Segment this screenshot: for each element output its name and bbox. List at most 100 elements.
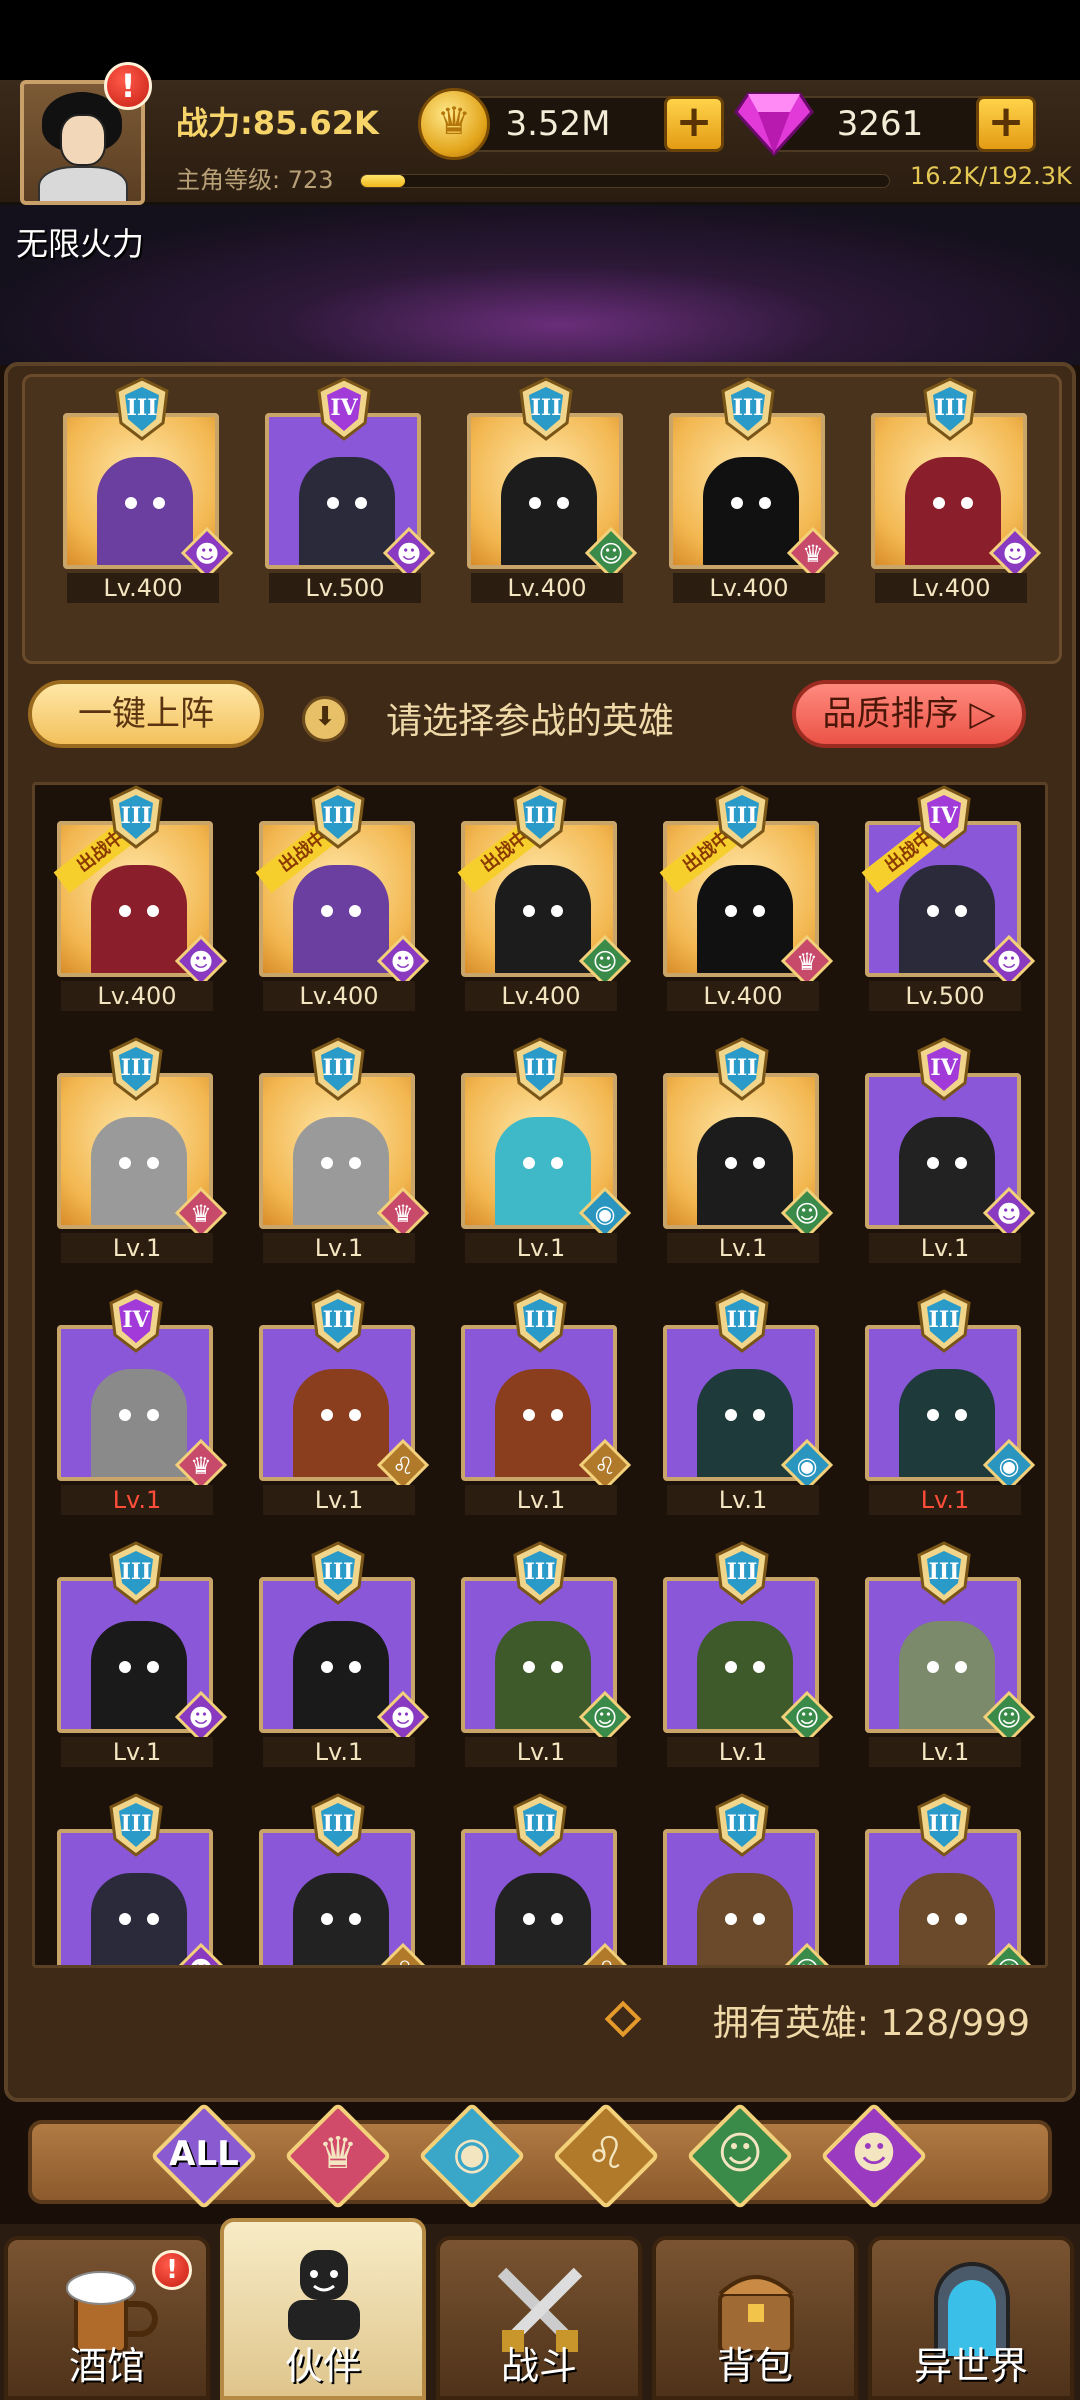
hero-eye xyxy=(753,1409,765,1421)
hero-figure xyxy=(495,1369,591,1477)
nav-tab-2[interactable]: 战斗 xyxy=(436,2236,642,2400)
rank-numeral: III xyxy=(934,395,966,421)
elf-faction-icon: ☺ xyxy=(780,1690,834,1744)
hero-card[interactable]: III ♌ Lv.1 xyxy=(461,1289,632,1529)
hero-eye xyxy=(927,905,939,917)
hero-card[interactable]: III ☺ Lv.400 xyxy=(467,377,638,617)
hero-figure xyxy=(293,1117,389,1225)
hero-card[interactable]: III ♛ Lv.1 xyxy=(259,1037,430,1277)
hero-eye xyxy=(153,497,165,509)
filter-glyph: ♌ xyxy=(586,2128,626,2179)
svg-text:◉: ◉ xyxy=(797,1452,818,1480)
hero-level: Lv.400 xyxy=(61,981,213,1011)
hero-card[interactable]: IV ☻ Lv.1 xyxy=(865,1037,1036,1277)
hero-card[interactable]: III ♌ xyxy=(461,1793,628,1965)
hero-card[interactable]: III ◉ Lv.1 xyxy=(461,1037,632,1277)
crown-faction-icon[interactable]: ♛ xyxy=(284,2102,392,2210)
hero-figure xyxy=(91,1621,187,1729)
demon-faction-icon: ☻ xyxy=(180,526,234,580)
hero-level: Lv.1 xyxy=(667,1737,819,1767)
crown-faction-icon: ♛ xyxy=(174,1186,228,1240)
hero-card[interactable]: III ♌ xyxy=(259,1793,426,1965)
hero-card[interactable]: III ◉ Lv.1 xyxy=(865,1289,1036,1529)
rank-badge-icon: IV xyxy=(915,1037,973,1101)
hero-card[interactable]: III ☺ Lv.1 xyxy=(865,1541,1036,1781)
add-gold-button[interactable]: + xyxy=(664,96,724,152)
hero-card[interactable]: III ♛ Lv.400 xyxy=(669,377,840,617)
rank-badge-icon: III xyxy=(915,1541,973,1605)
hero-card[interactable]: III ♛ Lv.1 xyxy=(57,1037,228,1277)
svg-text:☻: ☻ xyxy=(188,948,213,976)
hero-figure xyxy=(91,865,187,973)
rank-numeral: III xyxy=(120,803,152,829)
nav-tab-0[interactable]: 酒馆! xyxy=(4,2236,210,2400)
hero-figure xyxy=(905,457,1001,565)
lion-faction-icon: ♌ xyxy=(579,1942,631,1965)
nav-tab-3[interactable]: 背包 xyxy=(652,2236,858,2400)
hero-card[interactable]: III ♌ Lv.1 xyxy=(259,1289,430,1529)
hero-card[interactable]: 出战中 III ☻ Lv.400 xyxy=(53,785,228,1025)
hero-figure xyxy=(91,1873,187,1965)
demon-faction-icon: ☻ xyxy=(376,1690,430,1744)
battle-lineup: III ☻ Lv.400 IV ☻ Lv.500 III ☺ Lv.400 III ♛ Lv.400 I… xyxy=(22,374,1062,664)
svg-text:♛: ♛ xyxy=(392,1200,414,1228)
hero-card[interactable]: III ☺ Lv.1 xyxy=(663,1037,834,1277)
crown-faction-icon: ♛ xyxy=(786,526,840,580)
elf-faction-icon: ☺ xyxy=(578,934,632,988)
hero-card[interactable]: IV ♛ Lv.1 xyxy=(57,1289,228,1529)
rank-numeral: III xyxy=(126,395,158,421)
hero-eye xyxy=(551,905,563,917)
hero-figure xyxy=(697,1369,793,1477)
hero-figure xyxy=(495,1621,591,1729)
demon-faction-icon[interactable]: ☻ xyxy=(820,2102,928,2210)
fish-faction-icon[interactable]: ◉ xyxy=(418,2102,526,2210)
hero-card[interactable]: 出战中 III ☺ Lv.400 xyxy=(457,785,632,1025)
hero-card[interactable]: 出战中 IV ☻ Lv.500 xyxy=(861,785,1036,1025)
rank-numeral: III xyxy=(322,1559,354,1585)
hero-card[interactable]: III ☻ Lv.400 xyxy=(63,377,234,617)
hero-eye xyxy=(349,1157,361,1169)
hero-eye xyxy=(529,497,541,509)
hero-card[interactable]: III ☻ Lv.1 xyxy=(57,1541,228,1781)
rank-badge-icon: III xyxy=(713,1289,771,1353)
hero-card[interactable]: III ☺ Lv.1 xyxy=(461,1541,632,1781)
hero-card[interactable]: III ☺ Lv.1 xyxy=(663,1541,834,1781)
svg-text:☻: ☻ xyxy=(396,540,421,568)
hero-card[interactable]: 出战中 III ♛ Lv.400 xyxy=(659,785,834,1025)
add-gems-button[interactable]: + xyxy=(976,96,1036,152)
hero-level: Lv.1 xyxy=(465,1485,617,1515)
hero-eye xyxy=(119,1409,131,1421)
hero-figure xyxy=(299,457,395,565)
hero-card[interactable]: IV ☻ Lv.500 xyxy=(265,377,436,617)
hero-eye xyxy=(523,1409,535,1421)
hero-card[interactable]: 出战中 III ☻ Lv.400 xyxy=(255,785,430,1025)
rank-numeral: IV xyxy=(930,1055,958,1081)
nav-tab-1[interactable]: 伙伴 xyxy=(220,2218,426,2400)
rank-numeral: III xyxy=(928,1559,960,1585)
rank-badge-icon: III xyxy=(921,377,979,441)
quality-sort-button[interactable]: 品质排序 ▷ xyxy=(792,680,1026,748)
hero-roster-grid[interactable]: 出战中 III ☻ Lv.400 出战中 III ☻ Lv.400 出战中 III ☺ Lv.400 出… xyxy=(32,782,1048,1968)
elf-faction-icon[interactable]: ☺ xyxy=(686,2102,794,2210)
rank-numeral: III xyxy=(726,1811,758,1837)
all-filter[interactable]: ALL xyxy=(150,2102,258,2210)
rank-badge-icon: III xyxy=(713,1793,771,1857)
hero-card[interactable]: III ◉ Lv.1 xyxy=(663,1289,834,1529)
filter-glyph: ◉ xyxy=(452,2128,492,2179)
hero-card[interactable]: III ☻ Lv.400 xyxy=(871,377,1042,617)
hero-card[interactable]: III ☺ xyxy=(865,1793,1032,1968)
nav-tab-4[interactable]: 异世界 xyxy=(868,2236,1074,2400)
hero-eye xyxy=(119,1661,131,1673)
select-hero-hint: 请选择参战的英雄 xyxy=(386,701,675,742)
hero-eye xyxy=(753,1913,765,1925)
hero-eye xyxy=(725,905,737,917)
rank-numeral: III xyxy=(732,395,764,421)
hero-card[interactable]: III ☻ Lv.1 xyxy=(259,1541,430,1781)
hero-eye xyxy=(731,497,743,509)
hero-card[interactable]: III ☺ xyxy=(663,1793,830,1965)
lion-faction-icon[interactable]: ♌ xyxy=(552,2102,660,2210)
svg-text:☺: ☺ xyxy=(996,1956,1021,1968)
auto-deploy-button[interactable]: 一键上阵 xyxy=(28,680,264,748)
hero-card[interactable]: III ☻ xyxy=(57,1793,224,1965)
hero-level: Lv.400 xyxy=(673,573,825,603)
